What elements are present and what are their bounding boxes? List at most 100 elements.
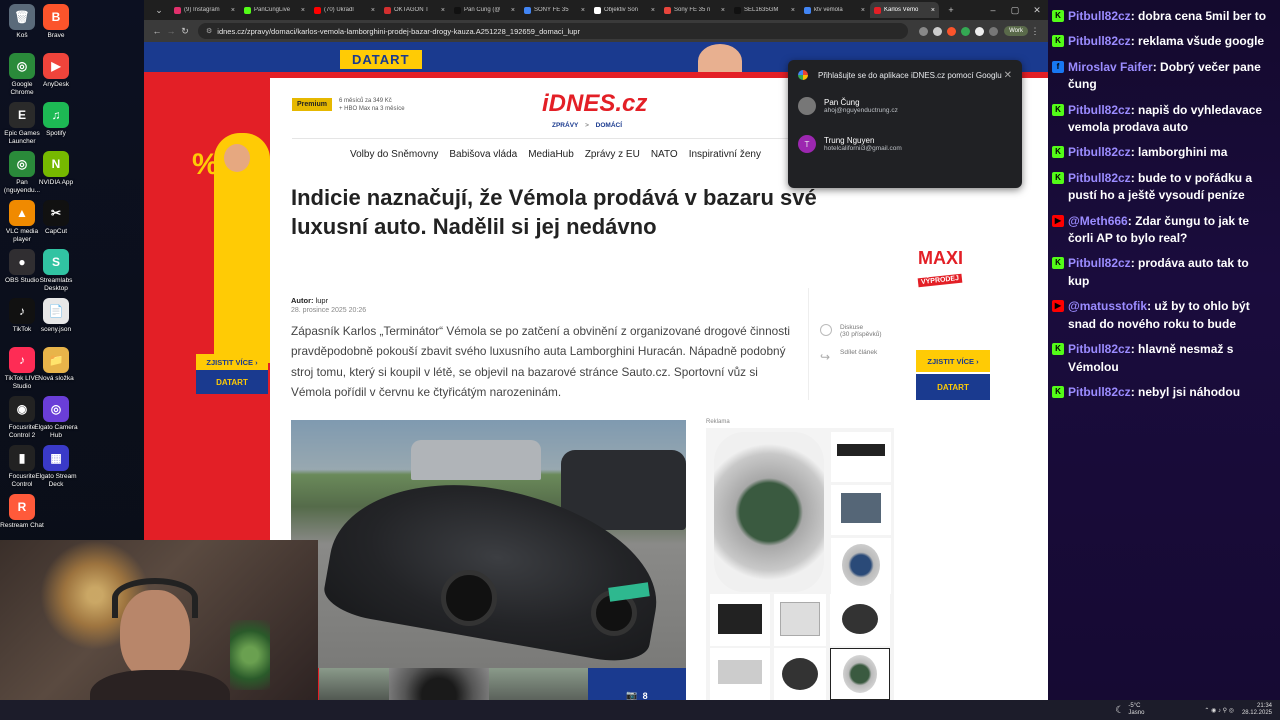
desktop-icon[interactable]: R Restream Chat <box>0 494 44 530</box>
premium-badge[interactable]: Premium <box>292 98 332 111</box>
nav-link[interactable]: Babišova vláda <box>449 149 517 160</box>
zoom-icon[interactable] <box>919 26 929 36</box>
close-icon[interactable]: ✕ <box>1004 70 1012 81</box>
nav-link[interactable]: Volby do Sněmovny <box>350 149 438 160</box>
clock[interactable]: 21:34 28.12.2025 <box>1242 703 1272 717</box>
tab-close-icon[interactable]: × <box>511 7 515 14</box>
desktop-icon[interactable]: S Streamlabs Desktop <box>34 249 78 292</box>
extensions-puzzle-icon[interactable] <box>989 26 999 36</box>
tab-close-icon[interactable]: × <box>231 7 235 14</box>
extension-icon[interactable] <box>961 26 971 36</box>
back-icon[interactable]: ← <box>150 26 164 36</box>
tab-close-icon[interactable]: × <box>441 7 445 14</box>
bookmark-star-icon[interactable] <box>933 26 943 36</box>
app-icon: B <box>43 4 69 30</box>
tab-label: Objektiv Son <box>604 7 639 13</box>
browser-tab[interactable]: Pan Čung (@ × <box>450 2 519 18</box>
minimize-icon[interactable]: – <box>982 5 1004 15</box>
desktop-icon[interactable]: ✂ CapCut <box>34 200 78 236</box>
nav-link[interactable]: NATO <box>651 149 678 160</box>
facebook-icon: f <box>1052 60 1064 73</box>
author-link[interactable]: lupr <box>316 296 329 305</box>
close-window-icon[interactable]: ✕ <box>1026 5 1048 16</box>
desktop-icon[interactable]: ◎ Elgato Camera Hub <box>34 396 78 439</box>
breadcrumb-zpravy[interactable]: ZPRÁVY <box>552 122 578 129</box>
site-info-icon[interactable]: ⚙ <box>206 27 212 35</box>
tab-close-icon[interactable]: × <box>581 7 585 14</box>
tab-close-icon[interactable]: × <box>861 7 865 14</box>
nav-link[interactable]: Inspirativní ženy <box>689 149 761 160</box>
weather-icon: ☾ <box>1115 704 1125 716</box>
tab-close-icon[interactable]: × <box>371 7 375 14</box>
gallery-thumbnails: 📷 8 <box>291 668 686 700</box>
new-tab-button[interactable]: + <box>940 5 962 15</box>
desktop-icon[interactable]: 📁 Nová složka <box>34 347 78 383</box>
weather-widget[interactable]: -5°C Jasno <box>1128 703 1144 717</box>
chat-message: K Pitbull82cz: reklama všude google <box>1052 33 1270 50</box>
idnes-logo[interactable]: iDNES.cz <box>542 90 647 118</box>
tab-label: SONY FE 35 <box>534 7 569 13</box>
avatar <box>798 97 816 115</box>
browser-tab[interactable]: SONY FE 35 × <box>520 2 589 18</box>
desktop-icon-label: Nová složka <box>38 375 74 382</box>
desktop-icon[interactable]: ♫ Spotify <box>34 102 78 138</box>
tab-close-icon[interactable]: × <box>791 7 795 14</box>
menu-icon[interactable]: ⋮ <box>1028 26 1042 37</box>
discussion-link[interactable]: Diskuse (30 příspěvků) <box>840 324 882 338</box>
maximize-icon[interactable]: ▢ <box>1004 5 1026 16</box>
tray-icons[interactable]: ⌃ ◉ ♪ ⚲ ◎ <box>1204 707 1234 714</box>
browser-tab[interactable]: Sony FE 35 n × <box>660 2 729 18</box>
google-account[interactable]: T Trung Nguyen hotelcalifornii3@gmail.com <box>788 125 1022 163</box>
desktop-icon[interactable]: N NVIDIA App <box>34 151 78 187</box>
app-icon: 🗑 <box>9 4 35 30</box>
gallery-thumb[interactable] <box>389 668 489 700</box>
extension-icon[interactable] <box>947 26 957 36</box>
desktop-icon-label: NVIDIA App <box>38 179 74 186</box>
gallery-thumb[interactable] <box>319 668 389 700</box>
sidebar-ad[interactable] <box>706 428 894 700</box>
gallery-more-button[interactable]: 📷 8 <box>588 668 686 700</box>
breadcrumb: ZPRÁVY > DOMÁCÍ <box>552 122 623 129</box>
cta-button[interactable]: ZJISTIT VÍCE › <box>196 354 268 370</box>
nav-link[interactable]: Zprávy z EU <box>585 149 640 160</box>
forward-icon[interactable]: → <box>164 26 178 36</box>
article-photo[interactable] <box>291 420 686 668</box>
address-bar: ← → ↻ ⚙ idnes.cz/zpravy/domaci/karlos-ve… <box>144 20 1048 42</box>
browser-tab[interactable]: SEL1635GM × <box>730 2 799 18</box>
chat-username: Pitbull82cz <box>1068 145 1131 160</box>
breadcrumb-domaci[interactable]: DOMÁCÍ <box>596 122 622 129</box>
tab-close-icon[interactable]: × <box>931 7 935 14</box>
app-icon: ◎ <box>43 396 69 422</box>
tab-close-icon[interactable]: × <box>301 7 305 14</box>
desktop-icon[interactable]: 📄 sceny.json <box>34 298 78 334</box>
browser-tab[interactable]: OKTAGON T × <box>380 2 449 18</box>
nav-link[interactable]: MediaHub <box>528 149 574 160</box>
app-icon: ◎ <box>9 151 35 177</box>
browser-tab[interactable]: ktv vemola × <box>800 2 869 18</box>
gallery-thumb[interactable] <box>489 668 588 700</box>
discussion-icon[interactable] <box>820 324 832 336</box>
desktop-icon[interactable]: B Brave <box>34 4 78 40</box>
browser-tab[interactable]: Karlos Vémo × <box>870 2 939 18</box>
extension-icon[interactable] <box>975 26 985 36</box>
premium-offer[interactable]: 6 měsíců za 349 Kč + HBO Max na 3 měsíce <box>339 97 405 113</box>
tab-close-icon[interactable]: × <box>721 7 725 14</box>
browser-tab[interactable]: (70) Ukradl × <box>310 2 379 18</box>
share-link[interactable]: Sdílet článek <box>840 349 880 356</box>
cta-button[interactable]: ZJISTIT VÍCE › <box>916 350 990 372</box>
camera-icon: 📷 <box>626 690 638 700</box>
browser-tab[interactable]: Objektiv Son × <box>590 2 659 18</box>
google-account[interactable]: Pan Čung ahoj@nguyenductrung.cz <box>788 87 1022 125</box>
stream-chat-overlay: K Pitbull82cz: dobra cena 5mil ber to K Pit… <box>1048 0 1280 700</box>
tab-close-icon[interactable]: × <box>651 7 655 14</box>
profile-button[interactable]: Work <box>1004 26 1028 36</box>
desktop-icon[interactable]: ▶ AnyDesk <box>34 53 78 89</box>
browser-tab[interactable]: (9) Instagram × <box>170 2 239 18</box>
share-icon[interactable]: ↪ <box>820 350 830 364</box>
browser-tab[interactable]: PanCungLive × <box>240 2 309 18</box>
url-input[interactable]: ⚙ idnes.cz/zpravy/domaci/karlos-vemola-l… <box>198 23 909 39</box>
reload-icon[interactable]: ↻ <box>178 26 192 37</box>
tab-list-icon[interactable]: ⌄ <box>148 5 170 16</box>
kick-icon: K <box>1052 146 1064 159</box>
desktop-icon[interactable]: ▦ Elgato Stream Deck <box>34 445 78 488</box>
